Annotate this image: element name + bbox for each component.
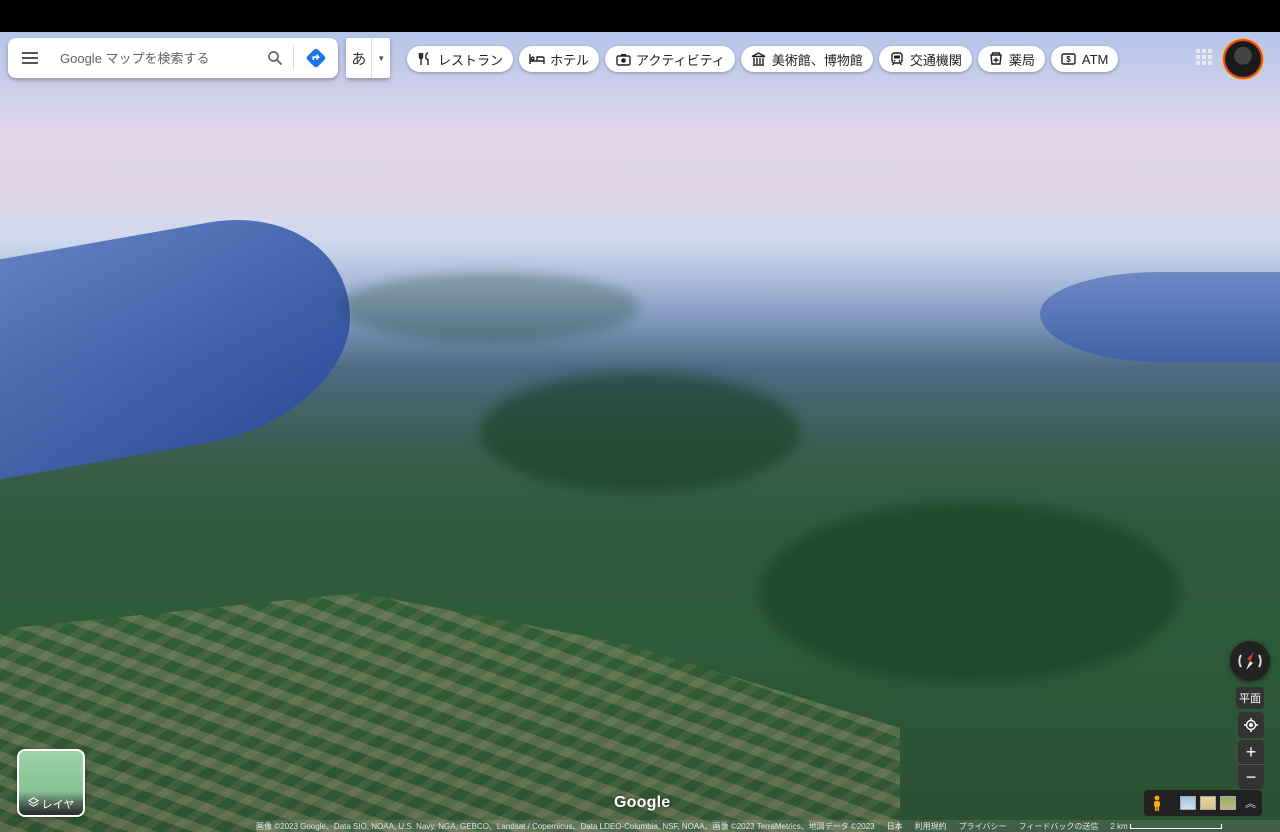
chip-restaurant[interactable]: レストラン: [407, 46, 514, 72]
mountain-ridge: [340, 272, 640, 342]
scale-label: 2 km: [1110, 821, 1128, 831]
satellite-3d-map[interactable]: [0, 32, 1280, 832]
terms-link[interactable]: 利用規約: [915, 821, 947, 832]
chevron-down-icon[interactable]: ▼: [371, 38, 390, 78]
expand-up-icon[interactable]: ︽: [1245, 795, 1256, 811]
menu-icon[interactable]: [8, 38, 52, 78]
atm-icon: $: [1061, 51, 1077, 67]
chip-atm[interactable]: $ ATM: [1050, 46, 1119, 72]
imagery-credit: 画像 ©2023 Google、Data SIO, NOAA, U.S. Nav…: [256, 821, 875, 831]
pharmacy-icon: [988, 51, 1004, 67]
google-logo: Google: [614, 794, 671, 811]
mountain-ridge: [760, 502, 1180, 682]
zoom-in-button[interactable]: +: [1238, 740, 1264, 764]
chip-label: 薬局: [1008, 52, 1035, 68]
account-avatar[interactable]: [1225, 41, 1261, 77]
satellite-thumbnail[interactable]: [1220, 796, 1236, 810]
map-type-thumbnail[interactable]: [1180, 796, 1196, 810]
search-box: [8, 38, 338, 78]
compass-icon: [1238, 652, 1262, 670]
privacy-link[interactable]: プライバシー: [959, 821, 1007, 832]
transit-icon: [889, 51, 905, 67]
input-method-label: あ: [351, 50, 367, 68]
chip-label: ホテル: [550, 52, 590, 68]
chip-transit[interactable]: 交通機関: [878, 46, 972, 72]
search-input[interactable]: [52, 49, 257, 67]
category-chips: レストラン ホテル アクティビティ 美術館、博物館 交通機関 薬局 $ ATM: [407, 46, 1119, 72]
restaurant-icon: [417, 51, 433, 67]
search-icon[interactable]: [257, 38, 293, 78]
chip-label: ATM: [1081, 51, 1109, 67]
input-method-selector[interactable]: あ ▼: [346, 38, 390, 78]
chip-label: 交通機関: [909, 52, 962, 68]
bottom-toolbar: ︽: [1144, 790, 1262, 816]
chip-label: 美術館、博物館: [771, 52, 863, 68]
chip-label: アクティビティ: [636, 52, 725, 68]
my-location-button[interactable]: [1238, 712, 1264, 738]
layers-label: レイヤ: [41, 799, 75, 811]
layers-button[interactable]: レイヤ: [17, 749, 85, 817]
chip-museums[interactable]: 美術館、博物館: [740, 46, 873, 72]
mountain-ridge: [480, 372, 800, 492]
compass-button[interactable]: [1230, 641, 1270, 681]
layers-label-row: レイヤ: [19, 793, 83, 815]
museum-icon: [751, 51, 767, 67]
hotel-icon: [529, 51, 545, 67]
scale-line: [1129, 823, 1222, 829]
chip-activities[interactable]: アクティビティ: [605, 46, 735, 72]
camera-icon: [615, 51, 631, 67]
ocean-right: [1040, 272, 1280, 362]
terrain-thumbnail[interactable]: [1200, 796, 1216, 810]
directions-icon[interactable]: [294, 38, 338, 78]
attribution-bar: 画像 ©2023 Google、Data SIO, NOAA, U.S. Nav…: [256, 820, 1280, 832]
zoom-out-button[interactable]: −: [1238, 764, 1264, 789]
feedback-link[interactable]: フィードバックの送信: [1018, 821, 1098, 832]
flat-view-button[interactable]: 平面: [1236, 687, 1264, 709]
svg-text:$: $: [1067, 55, 1072, 64]
scale-bar[interactable]: 2 km: [1110, 822, 1222, 831]
chip-hotel[interactable]: ホテル: [519, 46, 600, 72]
window-top-bar: [0, 0, 1280, 32]
chip-pharmacy[interactable]: 薬局: [977, 46, 1045, 72]
region-link[interactable]: 日本: [887, 821, 903, 832]
layers-icon: [27, 797, 39, 811]
pegman-icon[interactable]: [1150, 794, 1164, 812]
apps-grid-icon[interactable]: [1196, 49, 1212, 65]
chip-label: レストラン: [438, 52, 504, 68]
crosshair-icon: [1244, 718, 1258, 732]
